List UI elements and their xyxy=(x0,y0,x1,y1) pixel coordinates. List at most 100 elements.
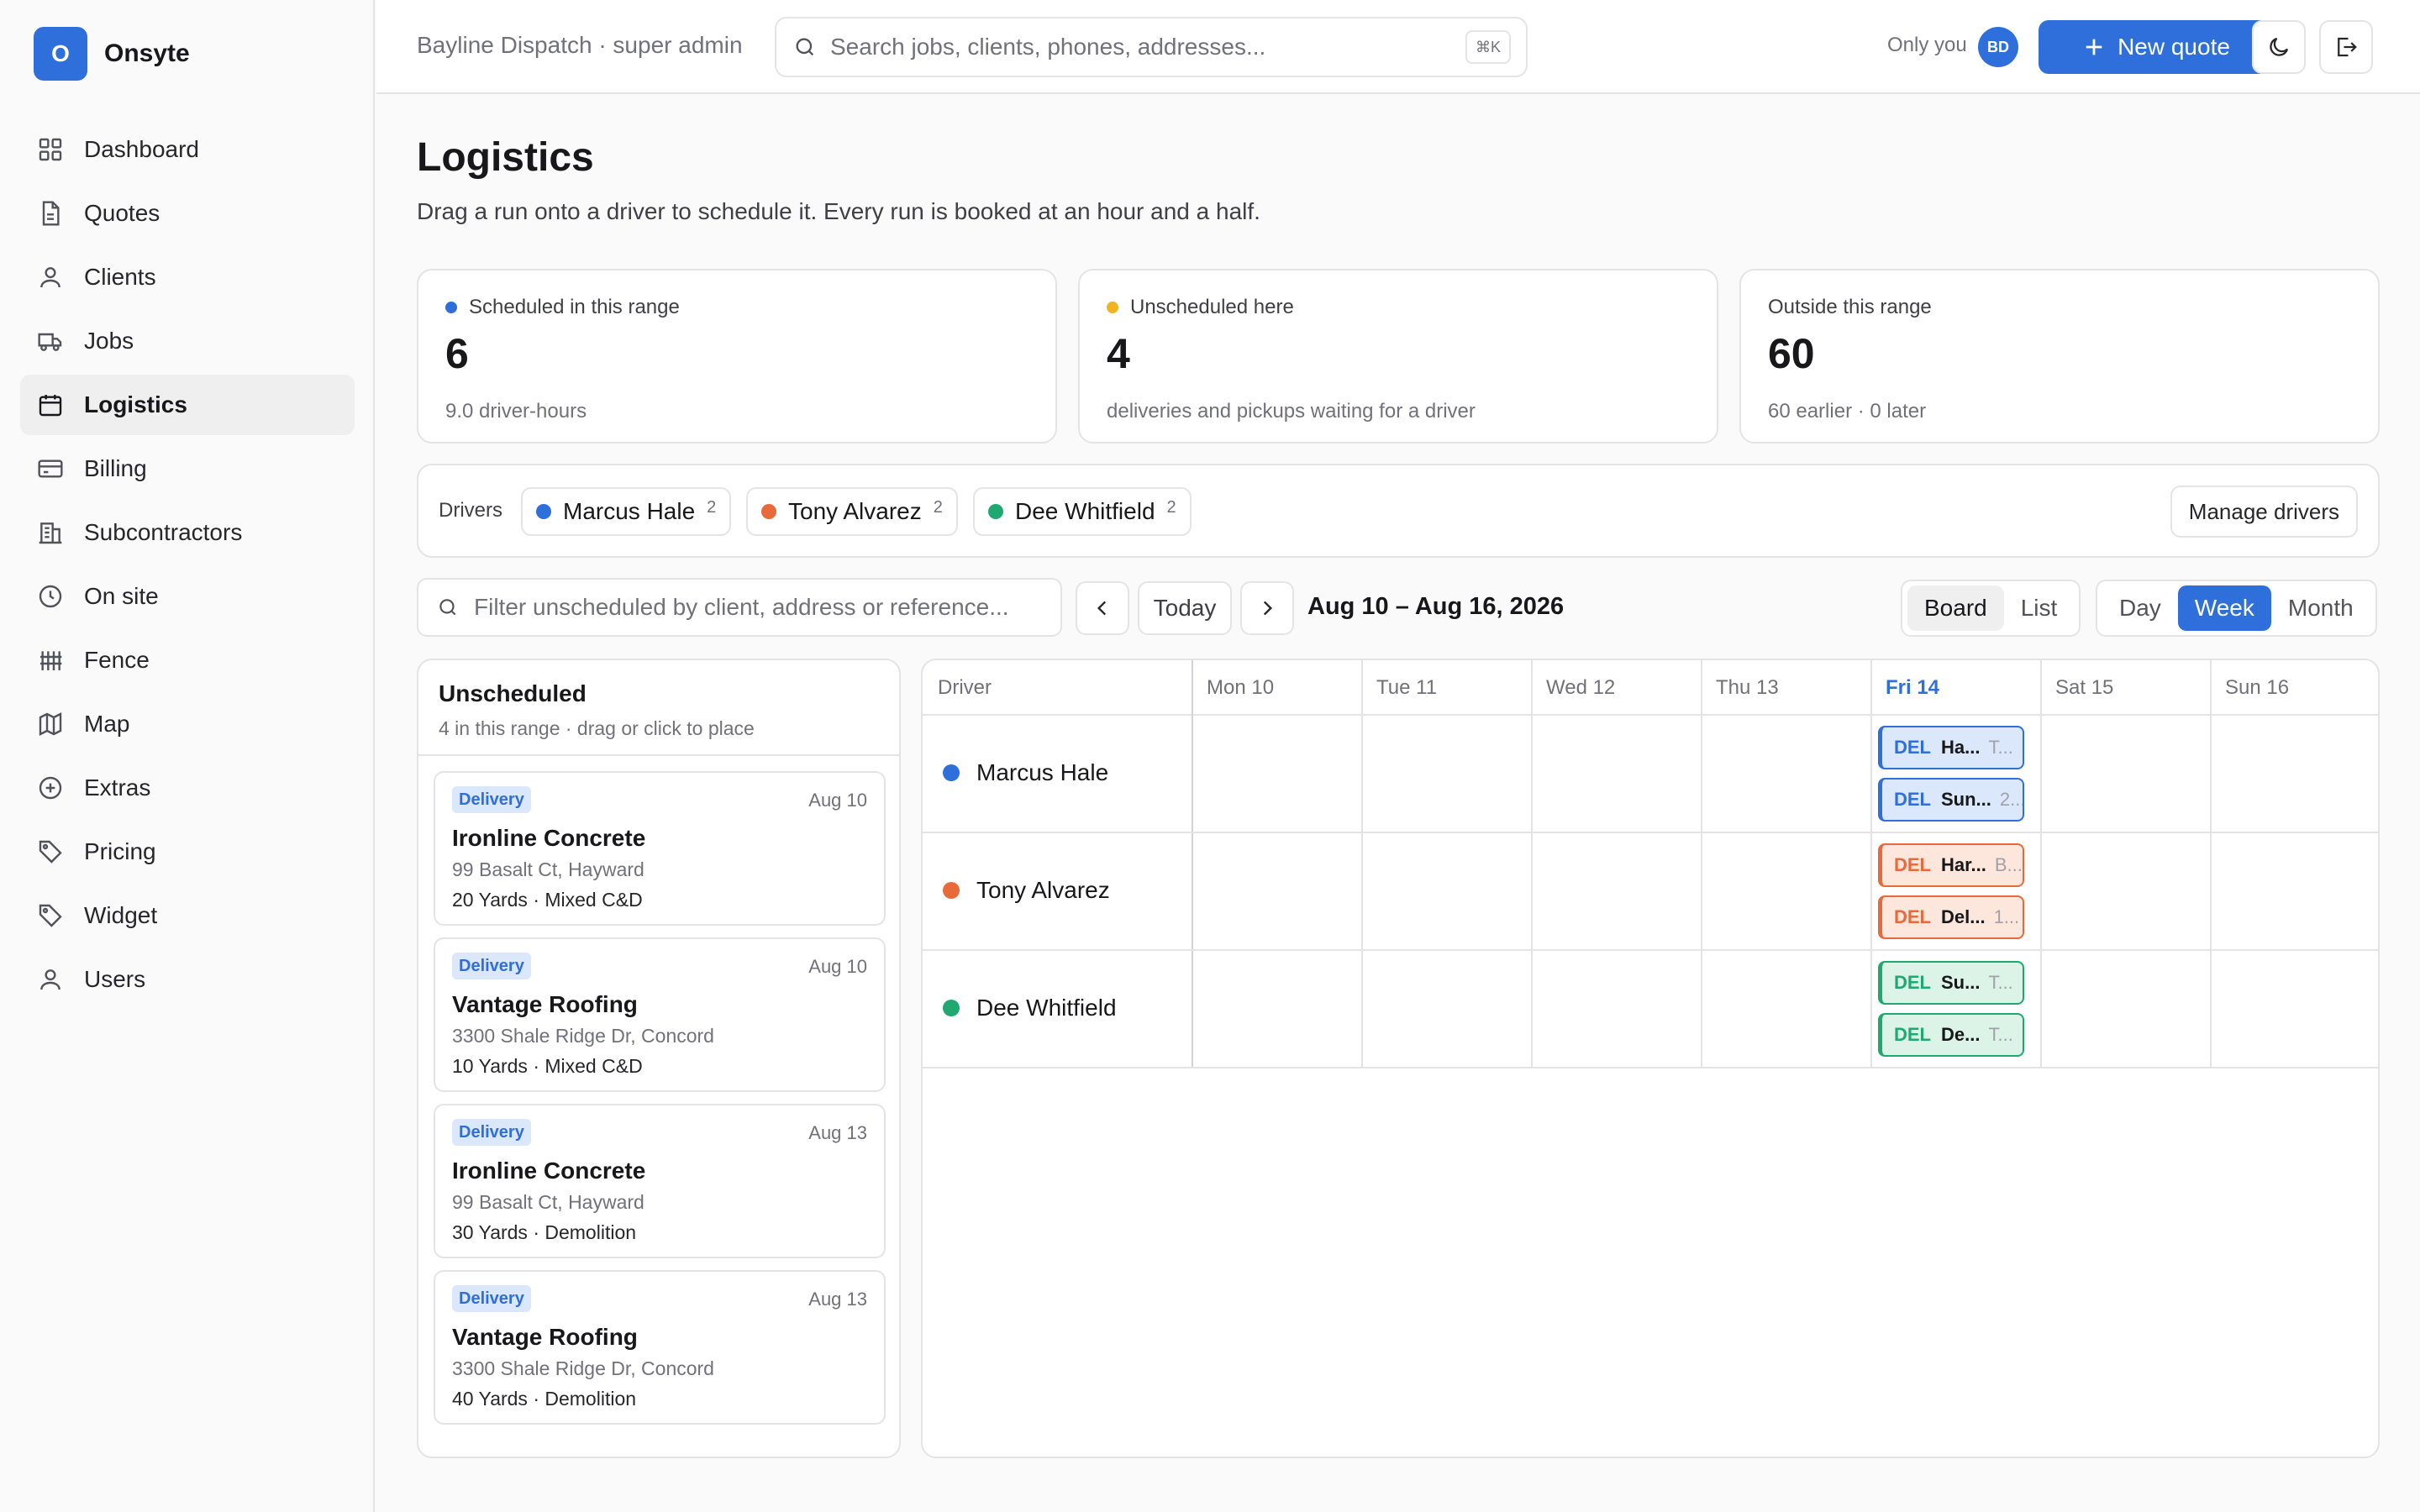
plus-circle-icon xyxy=(39,776,62,800)
client-name: Ironline Concrete xyxy=(452,1158,646,1184)
truck-icon xyxy=(38,333,62,351)
client-address: 3300 Shale Ridge Dr, Concord xyxy=(452,1357,714,1379)
run-extra: B... xyxy=(1994,854,2023,875)
sidebar-item-subcontractors[interactable]: Subcontractors xyxy=(20,502,355,563)
logout-button[interactable] xyxy=(2319,20,2373,74)
sidebar-item-logistics[interactable]: Logistics xyxy=(20,375,355,435)
page-title: Logistics xyxy=(417,135,594,180)
board-row-driver: Dee Whitfield xyxy=(943,995,1117,1021)
driver-chip-dee-whitfield[interactable]: Dee Whitfield 2 xyxy=(973,487,1192,536)
top-bar: Bayline Dispatch · super admin Search jo… xyxy=(376,0,2420,94)
column-header-day: Sun 16 xyxy=(2225,676,2290,699)
unscheduled-subtitle: 4 in this range · drag or click to place xyxy=(439,717,755,739)
driver-name: Tony Alvarez xyxy=(976,877,1110,903)
sidebar-item-label: Widget xyxy=(84,902,158,928)
run-details: 20 Yards · Mixed C&D xyxy=(452,889,643,911)
manage-drivers-button[interactable]: Manage drivers xyxy=(2170,486,2358,538)
run-type-tag: DEL xyxy=(1894,737,1931,758)
unscheduled-card[interactable]: Delivery Aug 13 Vantage Roofing 3300 Sha… xyxy=(434,1270,886,1425)
new-quote-button[interactable]: New quote xyxy=(2039,20,2274,74)
search-icon xyxy=(439,599,456,616)
prev-week-button[interactable] xyxy=(1076,581,1129,635)
sidebar-item-widget[interactable]: Widget xyxy=(20,885,355,946)
period-day-button[interactable]: Day xyxy=(2102,585,2178,631)
column-header-day: Sat 15 xyxy=(2055,676,2114,699)
driver-color-dot xyxy=(943,764,960,781)
scheduled-run[interactable]: DEL Su... T... xyxy=(1878,961,2024,1005)
column-header-day: Thu 13 xyxy=(1716,676,1779,699)
schedule-board: Driver Mon 10 Tue 11 Wed 12 Thu 13 Fri 1… xyxy=(921,659,2380,1458)
grid-line xyxy=(2210,660,2212,1067)
scheduled-run[interactable]: DEL Sun... 2... xyxy=(1878,778,2024,822)
logout-icon xyxy=(2338,37,2357,57)
unscheduled-card[interactable]: Delivery Aug 10 Ironline Concrete 99 Bas… xyxy=(434,771,886,926)
sidebar-item-on-site[interactable]: On site xyxy=(20,566,355,627)
stat-value: 60 xyxy=(1768,330,1815,377)
stat-label: Scheduled in this range xyxy=(469,296,680,318)
run-type-badge: Delivery xyxy=(452,1119,531,1146)
run-extra: T... xyxy=(1988,972,2013,993)
grid-line xyxy=(923,949,2378,951)
stat-note: 9.0 driver-hours xyxy=(445,400,587,423)
scheduled-run[interactable]: DEL Del... 1... xyxy=(1878,895,2024,939)
stat-note: 60 earlier · 0 later xyxy=(1768,400,1927,423)
grid-line xyxy=(1361,660,1363,1067)
sidebar-item-jobs[interactable]: Jobs xyxy=(20,311,355,371)
driver-run-count: 2 xyxy=(933,497,943,517)
driver-chip-marcus-hale[interactable]: Marcus Hale 2 xyxy=(521,487,732,536)
visibility-label: Only you xyxy=(1887,34,1967,56)
grid-line xyxy=(1701,660,1702,1067)
date-range-label: Aug 10 – Aug 16, 2026 xyxy=(1307,593,1565,620)
sidebar-item-label: Users xyxy=(84,966,146,992)
avatar[interactable]: BD xyxy=(1978,27,2018,67)
driver-name: Marcus Hale xyxy=(976,759,1109,785)
sidebar-item-users[interactable]: Users xyxy=(20,949,355,1010)
theme-toggle-button[interactable] xyxy=(2252,20,2306,74)
unscheduled-card[interactable]: Delivery Aug 13 Ironline Concrete 99 Bas… xyxy=(434,1104,886,1258)
sidebar-item-fence[interactable]: Fence xyxy=(20,630,355,690)
view-list-button[interactable]: List xyxy=(2004,585,2075,631)
global-search-input[interactable]: Search jobs, clients, phones, addresses.… xyxy=(775,17,1528,77)
sidebar-item-label: Jobs xyxy=(84,328,134,354)
next-week-button[interactable] xyxy=(1240,581,1294,635)
scheduled-run[interactable]: DEL Har... B... xyxy=(1878,843,2024,887)
sidebar-item-clients[interactable]: Clients xyxy=(20,247,355,307)
column-header-today: Fri 14 xyxy=(1886,676,1940,699)
driver-color-dot xyxy=(536,504,551,519)
sidebar-item-label: Extras xyxy=(84,774,151,801)
unscheduled-card[interactable]: Delivery Aug 10 Vantage Roofing 3300 Sha… xyxy=(434,937,886,1092)
run-extra: 2... xyxy=(1999,789,2024,810)
brand[interactable]: O Onsyte xyxy=(34,27,190,81)
scheduled-run[interactable]: DEL Ha... T... xyxy=(1878,726,2024,769)
period-week-button[interactable]: Week xyxy=(2177,585,2271,631)
column-header-day: Mon 10 xyxy=(1207,676,1275,699)
view-board-button[interactable]: Board xyxy=(1907,585,2004,631)
run-type-tag: DEL xyxy=(1894,854,1931,875)
unscheduled-filter-input[interactable]: Filter unscheduled by client, address or… xyxy=(417,578,1062,637)
driver-chip-tony-alvarez[interactable]: Tony Alvarez 2 xyxy=(746,487,958,536)
grid-line xyxy=(1192,660,1193,1067)
client-address: 3300 Shale Ridge Dr, Concord xyxy=(452,1025,714,1047)
run-type-tag: DEL xyxy=(1894,906,1931,927)
sidebar-item-quotes[interactable]: Quotes xyxy=(20,183,355,244)
period-month-button[interactable]: Month xyxy=(2271,585,2370,631)
scheduled-run[interactable]: DEL De... T... xyxy=(1878,1013,2024,1057)
sidebar-item-pricing[interactable]: Pricing xyxy=(20,822,355,882)
driver-name: Dee Whitfield xyxy=(976,995,1117,1021)
sidebar-item-map[interactable]: Map xyxy=(20,694,355,754)
run-date: Aug 10 xyxy=(808,790,867,811)
user-icon xyxy=(40,267,60,288)
sidebar-item-extras[interactable]: Extras xyxy=(20,758,355,818)
column-header-day: Wed 12 xyxy=(1546,676,1616,699)
credit-card-icon xyxy=(38,459,63,478)
run-extra: 1... xyxy=(1993,906,2020,927)
run-details: 30 Yards · Demolition xyxy=(452,1221,637,1243)
today-button[interactable]: Today xyxy=(1138,581,1232,635)
sidebar-item-dashboard[interactable]: Dashboard xyxy=(20,119,355,180)
sidebar-item-billing[interactable]: Billing xyxy=(20,438,355,499)
app-name: Onsyte xyxy=(104,39,190,67)
grid-line xyxy=(1531,660,1533,1067)
fence-icon xyxy=(40,651,62,670)
tag-icon xyxy=(39,840,62,864)
run-details: 10 Yards · Mixed C&D xyxy=(452,1055,643,1077)
